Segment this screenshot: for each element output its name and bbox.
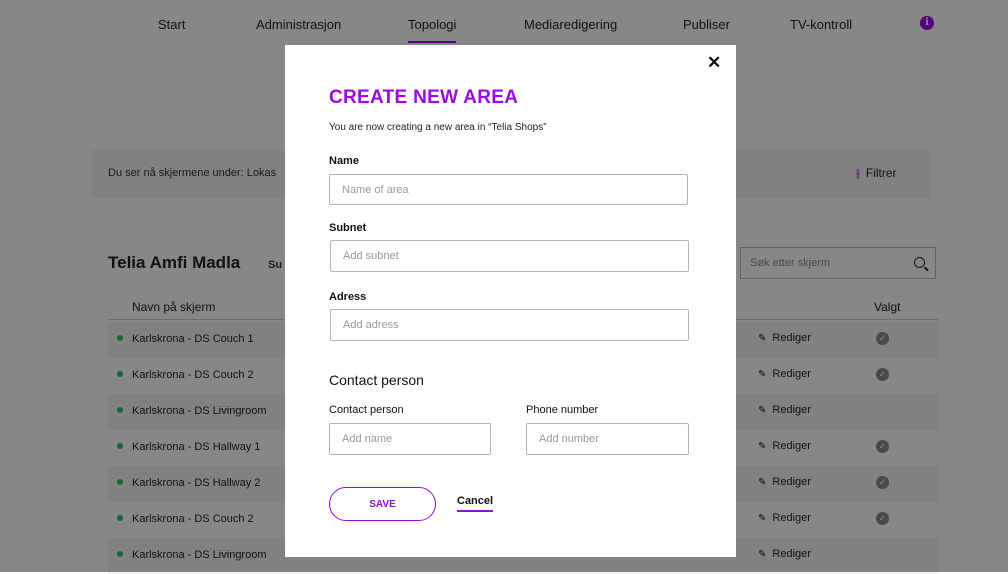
dialog-title: CREATE NEW AREA xyxy=(329,87,519,108)
address-input[interactable] xyxy=(330,309,689,341)
dialog-subtitle: You are now creating a new area in “Teli… xyxy=(329,122,547,133)
create-area-dialog: ✕ CREATE NEW AREA You are now creating a… xyxy=(285,45,736,557)
contact-person-label: Contact person xyxy=(329,404,404,416)
name-label: Name xyxy=(329,155,359,167)
save-button[interactable]: SAVE xyxy=(329,487,436,521)
cancel-button[interactable]: Cancel xyxy=(457,495,494,512)
address-label: Adress xyxy=(329,291,367,303)
phone-number-label: Phone number xyxy=(526,404,599,416)
subnet-label: Subnet xyxy=(329,222,367,234)
phone-number-input[interactable] xyxy=(526,423,689,455)
contact-section-title: Contact person xyxy=(329,372,424,388)
close-icon[interactable]: ✕ xyxy=(707,54,721,71)
area-name-input[interactable] xyxy=(329,174,688,205)
subnet-input[interactable] xyxy=(330,240,689,272)
contact-name-input[interactable] xyxy=(329,423,491,455)
